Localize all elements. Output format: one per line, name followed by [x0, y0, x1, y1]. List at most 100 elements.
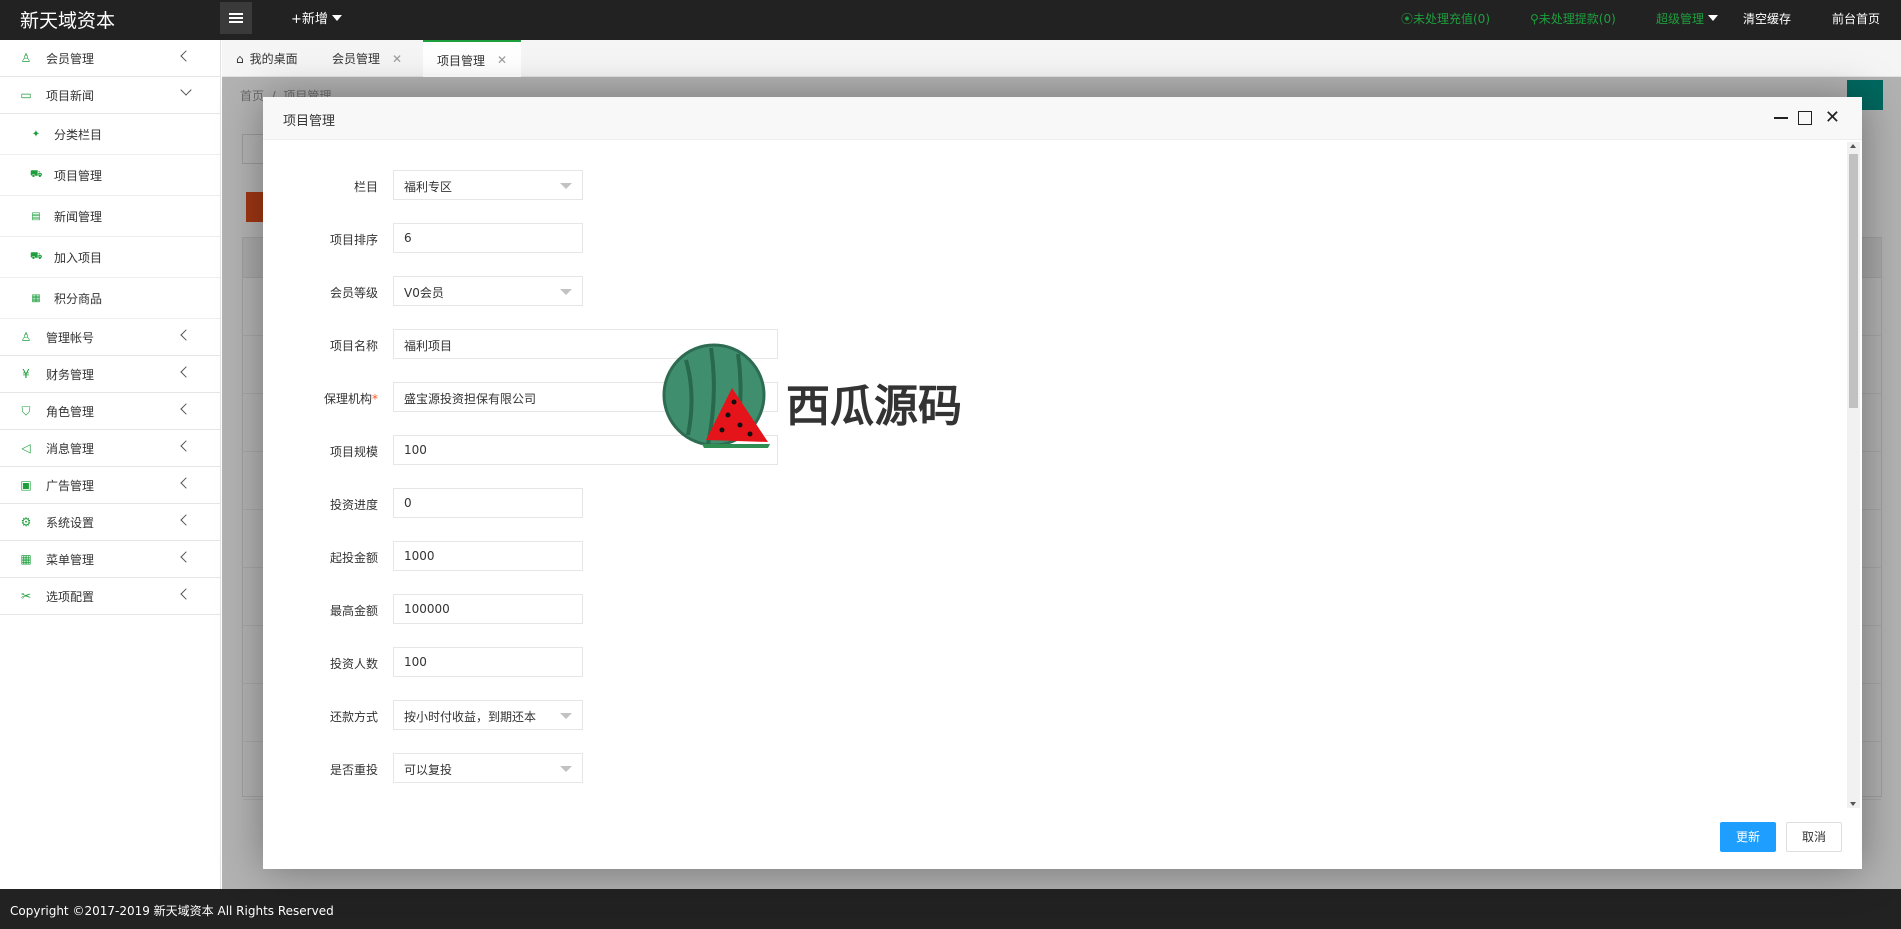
home-icon: ⌂	[236, 51, 244, 66]
sidebar-sub-points[interactable]: ▦ 积分商品	[0, 278, 220, 319]
sidebar-item-label: 菜单管理	[46, 552, 95, 567]
modal-title-bar: 项目管理 ✕	[263, 97, 1862, 140]
modal-title: 项目管理	[283, 114, 336, 129]
sidebar-item-menus[interactable]: ▦ 菜单管理	[0, 541, 220, 578]
form-row-progress: 投资进度 0	[263, 488, 1063, 518]
book-icon: ▭	[20, 88, 32, 102]
reinvest-select[interactable]: 可以复投	[393, 753, 583, 783]
chevron-left-icon	[180, 50, 192, 62]
column-value: 福利专区	[404, 180, 453, 194]
add-new-dropdown[interactable]: +新增	[291, 8, 342, 27]
tab-home[interactable]: ⌂ 我的桌面	[222, 40, 312, 77]
minimize-icon[interactable]	[1774, 117, 1788, 119]
repayment-select[interactable]: 按小时付收益，到期还本	[393, 700, 583, 730]
chevron-left-icon	[180, 329, 192, 341]
level-select[interactable]: V0会员	[393, 276, 583, 306]
chevron-left-icon	[180, 440, 192, 452]
caret-down-icon	[560, 183, 572, 189]
sidebar-item-label: 财务管理	[46, 367, 95, 382]
investors-label: 投资人数	[329, 657, 378, 671]
modal-footer: 更新 取消	[263, 806, 1862, 869]
yen-icon: ¥	[22, 367, 30, 381]
caret-down-icon	[560, 713, 572, 719]
scroll-up-icon[interactable]	[1850, 144, 1856, 148]
sidebar-item-label: 系统设置	[46, 515, 95, 530]
sidebar-item-settings[interactable]: ⚙ 系统设置	[0, 504, 220, 541]
level-label: 会员等级	[329, 286, 378, 300]
tools-icon: ✂	[20, 589, 32, 603]
gear-icon: ⚙	[20, 515, 32, 529]
max-amount-label: 最高金额	[329, 604, 378, 618]
project-edit-modal: 项目管理 ✕ 栏目 福利专区 项目排序 6 会员等级 V0会员 项目名称 福利项…	[263, 97, 1862, 869]
level-value: V0会员	[404, 286, 444, 300]
tab-members[interactable]: 会员管理 ✕	[318, 40, 416, 77]
admin-dropdown[interactable]: 超级管理	[1656, 10, 1719, 27]
watermark: 西瓜源码	[656, 340, 976, 460]
speaker-icon: ◁	[21, 441, 31, 455]
chevron-left-icon	[180, 477, 192, 489]
sidebar-item-label: 加入项目	[54, 250, 103, 265]
modal-scrollbar[interactable]	[1847, 142, 1860, 808]
users-icon: ♙	[20, 330, 32, 344]
admin-label: 超级管理	[1656, 12, 1705, 26]
footer: Copyright ©2017-2019 新天域资本 All Rights Re…	[0, 889, 1901, 929]
tab-label: 会员管理	[332, 52, 381, 66]
sidebar-item-messages[interactable]: ◁ 消息管理	[0, 430, 220, 467]
guarantor-label-text: 保理机构	[323, 392, 372, 406]
clear-cache-link[interactable]: 清空缓存	[1743, 10, 1791, 27]
modal-body: 栏目 福利专区 项目排序 6 会员等级 V0会员 项目名称 福利项目 保理机构*…	[263, 140, 1847, 806]
cart-icon: ⛟	[30, 168, 43, 180]
chevron-left-icon	[180, 366, 192, 378]
pending-withdraw-link[interactable]: ⚲未处理提款(0)	[1530, 10, 1616, 27]
logo: 新天域资本	[20, 10, 116, 32]
sidebar-sub-projects[interactable]: ⛟ 项目管理	[0, 155, 220, 196]
grid-icon: ▦	[31, 292, 41, 304]
sidebar-item-roles[interactable]: ⛉ 角色管理	[0, 393, 220, 430]
sidebar: ♙ 会员管理 ▭ 项目新闻 ✦ 分类栏目 ⛟ 项目管理 ▤ 新闻管理 ⛟ 加入项目 ▦ 积分商…	[0, 40, 221, 889]
sidebar-sub-join[interactable]: ⛟ 加入项目	[0, 237, 220, 278]
progress-label: 投资进度	[329, 498, 378, 512]
tab-bar: ⌂ 我的桌面 会员管理 ✕ 项目管理 ✕	[222, 40, 1901, 78]
menu-toggle-button[interactable]	[220, 2, 252, 34]
sidebar-sub-categories[interactable]: ✦ 分类栏目	[0, 114, 220, 155]
top-header: 新天域资本 +新增 ⦿未处理充值(0) ⚲未处理提款(0) 超级管理 清空缓存 …	[0, 0, 1901, 40]
leaf-icon: ✦	[31, 128, 41, 140]
frontend-home-link[interactable]: 前台首页	[1832, 10, 1880, 27]
reinvest-value: 可以复投	[404, 763, 453, 777]
min-amount-input[interactable]: 1000	[393, 541, 583, 571]
close-icon[interactable]: ✕	[497, 53, 507, 67]
caret-down-icon	[1708, 15, 1719, 21]
sort-input[interactable]: 6	[393, 223, 583, 253]
shield-icon: ⛉	[21, 404, 31, 418]
guarantor-label: 保理机构*	[263, 390, 378, 407]
caret-down-icon	[560, 766, 572, 772]
sidebar-item-members[interactable]: ♙ 会员管理	[0, 40, 220, 77]
close-icon[interactable]: ✕	[1825, 107, 1840, 128]
form-row-investors: 投资人数 100	[263, 647, 1063, 677]
investors-input[interactable]: 100	[393, 647, 583, 677]
scroll-thumb[interactable]	[1849, 154, 1858, 408]
column-select[interactable]: 福利专区	[393, 170, 583, 200]
sidebar-item-label: 选项配置	[46, 589, 95, 604]
sidebar-item-project-news[interactable]: ▭ 项目新闻	[0, 77, 220, 114]
close-icon[interactable]: ✕	[392, 52, 402, 66]
cancel-button[interactable]: 取消	[1786, 822, 1842, 852]
tab-projects[interactable]: 项目管理 ✕	[423, 40, 522, 78]
caret-down-icon	[331, 15, 342, 21]
maximize-icon[interactable]	[1798, 111, 1812, 125]
sidebar-item-options[interactable]: ✂ 选项配置	[0, 578, 220, 615]
update-button[interactable]: 更新	[1720, 822, 1776, 852]
chevron-left-icon	[180, 551, 192, 563]
sidebar-item-finance[interactable]: ¥ 财务管理	[0, 356, 220, 393]
progress-input[interactable]: 0	[393, 488, 583, 518]
sidebar-sub-news[interactable]: ▤ 新闻管理	[0, 196, 220, 237]
tab-label: 我的桌面	[249, 52, 298, 66]
sidebar-item-accounts[interactable]: ♙ 管理帐号	[0, 319, 220, 356]
form-row-sort: 项目排序 6	[263, 223, 1063, 253]
sidebar-item-label: 角色管理	[46, 404, 95, 419]
required-mark: *	[372, 392, 378, 406]
sidebar-item-ads[interactable]: ▣ 广告管理	[0, 467, 220, 504]
chevron-left-icon	[180, 403, 192, 415]
pending-recharge-link[interactable]: ⦿未处理充值(0)	[1401, 10, 1490, 27]
max-amount-input[interactable]: 100000	[393, 594, 583, 624]
